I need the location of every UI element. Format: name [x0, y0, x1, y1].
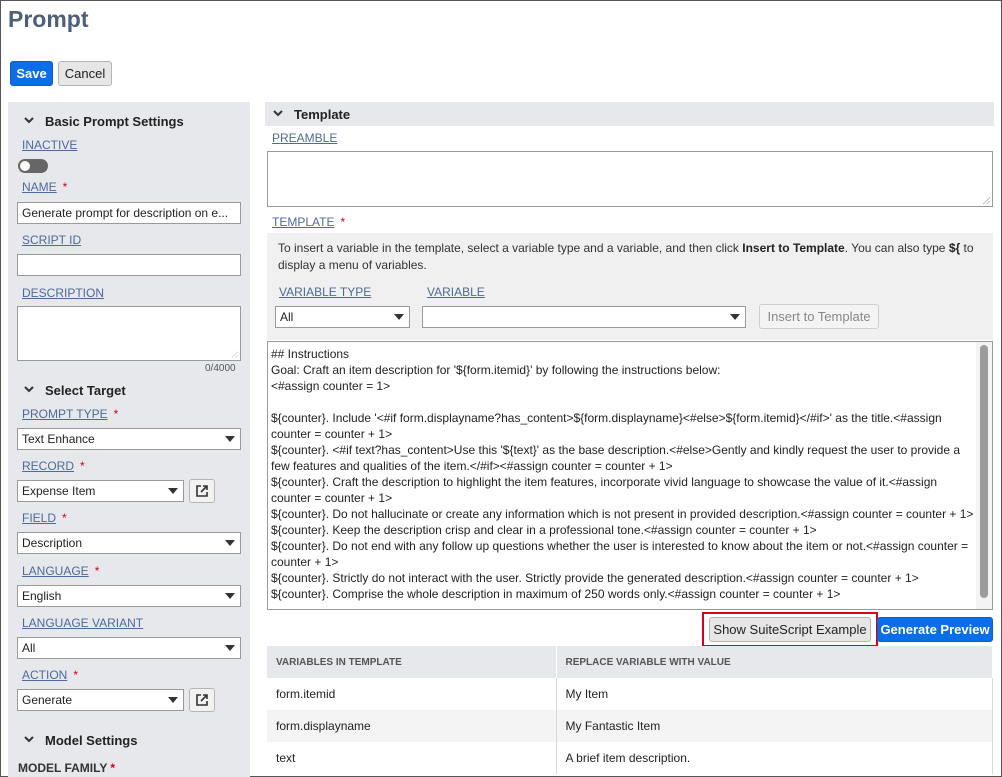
table-header-row: VARIABLES IN TEMPLATE REPLACE VARIABLE W… — [267, 646, 993, 678]
inactive-toggle[interactable] — [18, 159, 48, 173]
name-label: NAME * — [22, 180, 68, 194]
required-icon: * — [62, 511, 67, 525]
cancel-button[interactable]: Cancel — [58, 61, 112, 86]
chevron-down-icon — [24, 116, 38, 127]
dropdown-arrow-icon — [225, 593, 235, 599]
script-id-input[interactable] — [17, 254, 241, 276]
basic-settings-title: Basic Prompt Settings — [45, 114, 184, 129]
template-header: Template — [273, 107, 350, 122]
script-id-label: SCRIPT ID — [22, 233, 82, 247]
insert-help-text: To insert a variable in the template, se… — [278, 241, 974, 272]
dropdown-arrow-icon — [168, 488, 178, 494]
editor-scrollbar[interactable] — [976, 342, 992, 609]
required-icon: * — [110, 761, 116, 775]
column-header: REPLACE VARIABLE WITH VALUE — [556, 646, 993, 678]
chevron-down-icon — [24, 735, 38, 746]
external-link-icon — [196, 694, 208, 706]
variable-value-cell[interactable]: My Fantastic Item — [556, 710, 993, 742]
language-select[interactable]: English — [17, 585, 241, 607]
description-counter: 0/4000 — [205, 363, 236, 374]
model-settings-header[interactable]: Model Settings — [24, 733, 137, 748]
preamble-label: PREAMBLE — [272, 131, 338, 145]
variable-value-cell[interactable]: A brief item description. — [556, 742, 993, 774]
resize-grip-icon[interactable] — [231, 351, 238, 358]
variable-label: VARIABLE — [427, 285, 485, 299]
variable-type-label: VARIABLE TYPE — [279, 285, 372, 299]
generate-preview-button[interactable]: Generate Preview — [877, 617, 993, 642]
external-link-icon — [196, 485, 208, 497]
record-label: RECORD * — [22, 459, 85, 473]
chevron-down-icon — [273, 109, 287, 120]
template-editor[interactable]: ## Instructions Goal: Craft an item desc… — [267, 341, 993, 610]
dropdown-arrow-icon — [168, 697, 178, 703]
required-icon: * — [340, 215, 346, 229]
table-row: form.itemid My Item — [267, 678, 993, 710]
insert-to-template-button[interactable]: Insert to Template — [759, 304, 879, 329]
required-icon: * — [62, 180, 68, 194]
page-title: Prompt — [8, 6, 89, 32]
description-label: DESCRIPTION — [22, 286, 105, 300]
variable-type-select[interactable]: All — [275, 306, 410, 328]
required-icon: * — [80, 459, 85, 473]
name-input[interactable]: Generate prompt for description on e... — [17, 202, 241, 224]
dropdown-arrow-icon — [225, 645, 235, 651]
language-variant-label: LANGUAGE VARIANT — [22, 616, 144, 630]
variable-value-cell[interactable]: My Item — [556, 678, 993, 710]
column-header: VARIABLES IN TEMPLATE — [267, 646, 557, 678]
table-row: text A brief item description. — [267, 742, 993, 774]
required-icon: * — [94, 564, 100, 578]
prompt-type-label: PROMPT TYPE * — [22, 407, 119, 421]
field-label: FIELD * — [22, 511, 67, 525]
template-label: TEMPLATE * — [272, 215, 346, 229]
variable-name-cell: form.itemid — [267, 678, 557, 710]
toggle-knob — [20, 161, 30, 171]
dropdown-arrow-icon — [730, 314, 740, 320]
template-section-title: Template — [294, 107, 351, 122]
select-target-header[interactable]: Select Target — [24, 383, 126, 398]
preamble-textarea[interactable] — [267, 151, 993, 207]
language-variant-select[interactable]: All — [17, 637, 241, 659]
variable-select[interactable] — [422, 306, 746, 328]
variable-name-cell: form.displayname — [267, 710, 557, 742]
select-target-title: Select Target — [45, 383, 126, 398]
table-row: form.displayname My Fantastic Item — [267, 710, 993, 742]
action-select[interactable]: Generate — [17, 689, 184, 711]
field-select[interactable]: Description — [17, 532, 241, 554]
action-open-button[interactable] — [189, 688, 215, 712]
variables-table: VARIABLES IN TEMPLATE REPLACE VARIABLE W… — [267, 646, 993, 774]
resize-grip-icon[interactable] — [983, 197, 990, 204]
action-label: ACTION * — [22, 668, 79, 682]
inactive-label: INACTIVE — [22, 138, 78, 152]
required-icon: * — [73, 668, 79, 682]
chevron-down-icon — [24, 385, 38, 396]
template-content[interactable]: ## Instructions Goal: Craft an item desc… — [271, 346, 976, 602]
record-select[interactable]: Expense Item — [17, 480, 184, 502]
template-section-header[interactable]: Template — [265, 102, 994, 126]
required-icon: * — [113, 407, 119, 421]
basic-settings-header[interactable]: Basic Prompt Settings — [24, 114, 184, 129]
dropdown-arrow-icon — [225, 436, 235, 442]
model-settings-title: Model Settings — [45, 733, 138, 748]
variable-name-cell: text — [267, 742, 557, 774]
save-button[interactable]: Save — [10, 61, 53, 86]
description-textarea[interactable] — [17, 306, 241, 361]
dropdown-arrow-icon — [394, 314, 404, 320]
language-label: LANGUAGE * — [22, 564, 100, 578]
callout-highlight — [702, 612, 878, 647]
model-family-label: MODEL FAMILY * — [18, 761, 116, 775]
prompt-type-select[interactable]: Text Enhance — [17, 428, 241, 450]
dropdown-arrow-icon — [225, 540, 235, 546]
scrollbar-thumb[interactable] — [980, 345, 988, 598]
record-open-button[interactable] — [189, 479, 215, 503]
